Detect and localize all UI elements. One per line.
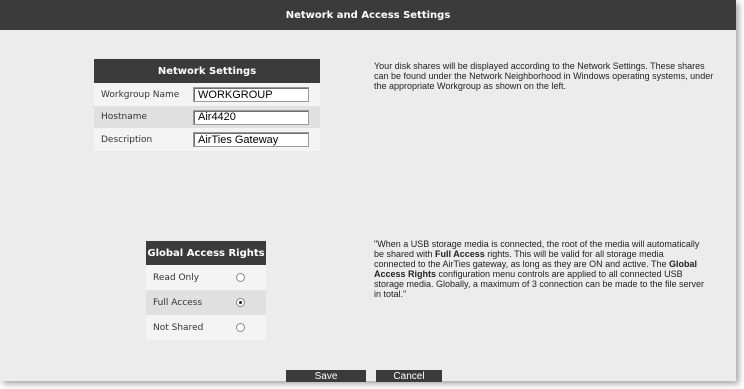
workgroup-label: Workgroup Name [101,89,180,100]
settings-window: Network and Access Settings Network Sett… [0,0,736,382]
global-access-rights-panel: Global Access Rights Read Only Full Acce… [146,241,266,340]
not-shared-row: Not Shared [146,315,266,340]
description-row: Description [94,128,320,151]
cancel-button[interactable]: Cancel [376,370,442,382]
read-only-radio[interactable] [236,273,245,282]
description-label: Description [101,134,153,145]
description-input[interactable] [193,132,309,147]
not-shared-label: Not Shared [153,322,204,333]
hostname-row: Hostname [94,106,320,128]
hostname-input[interactable] [193,109,309,125]
network-settings-title: Network Settings [94,59,320,83]
full-access-label: Full Access [153,297,203,308]
hostname-label: Hostname [101,112,148,122]
workgroup-row: Workgroup Name [94,83,320,106]
workgroup-input[interactable] [193,87,309,102]
network-settings-info: Your disk shares will be displayed accor… [374,61,714,91]
page-title: Network and Access Settings [0,0,736,30]
read-only-label: Read Only [153,272,200,283]
network-settings-panel: Network Settings Workgroup Name Hostname… [94,59,320,151]
global-access-rights-title: Global Access Rights [146,241,266,265]
read-only-row: Read Only [146,265,266,290]
not-shared-radio[interactable] [236,323,245,332]
global-access-info: "When a USB storage media is connected, … [374,239,704,299]
save-button[interactable]: Save [286,370,366,382]
full-access-row: Full Access [146,290,266,315]
full-access-radio[interactable] [236,298,245,307]
global-access-info-bold1: Full Access [435,249,485,259]
